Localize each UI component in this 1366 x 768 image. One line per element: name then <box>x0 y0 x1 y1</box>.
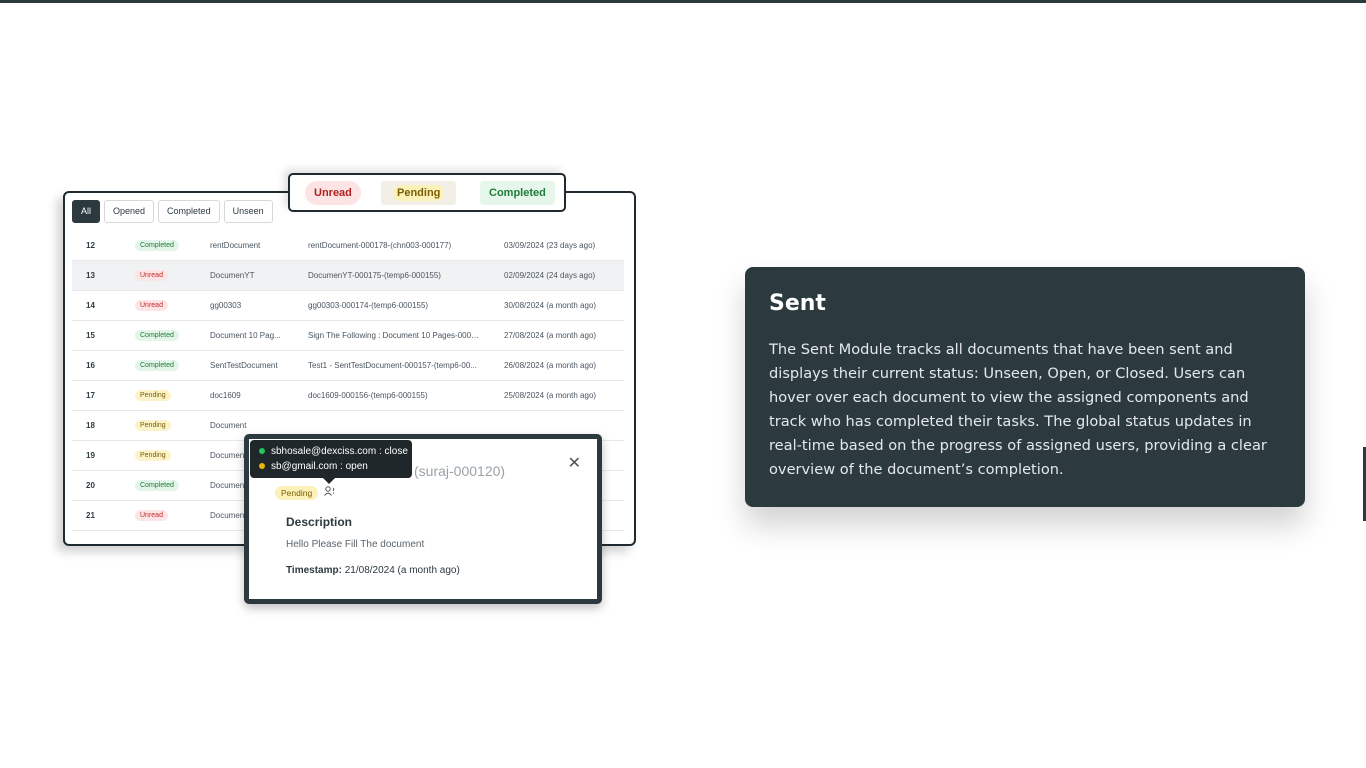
document-name: rentDocument <box>210 241 261 250</box>
sent-date: 03/09/2024 (23 days ago) <box>504 241 596 250</box>
status-dot-icon <box>259 448 265 455</box>
status-cell: Completed <box>135 321 179 351</box>
status-badge: Unread <box>135 270 168 282</box>
assigned-users-icon[interactable] <box>324 486 336 499</box>
table-row[interactable]: 14 Unread gg00303 gg00303-000174-(temp6-000… <box>72 291 624 321</box>
row-number: 14 <box>86 301 95 310</box>
filter-opened[interactable]: Opened <box>104 200 155 223</box>
legend-pending-label: Pending <box>393 185 445 201</box>
status-badge: Pending <box>135 420 171 432</box>
info-body: The Sent Module tracks all documents tha… <box>769 341 1267 478</box>
status-badge: Unread <box>135 510 168 522</box>
top-border <box>0 0 1366 3</box>
sent-date: 30/08/2024 (a month ago) <box>504 301 597 310</box>
status-cell: Unread <box>135 261 168 291</box>
status-cell: Completed <box>135 231 179 261</box>
description-heading: Description <box>286 515 353 529</box>
row-number: 15 <box>86 331 95 340</box>
document-name: doc1609 <box>210 391 241 400</box>
row-number: 12 <box>86 241 95 250</box>
sent-date: 25/08/2024 (a month ago) <box>504 391 597 400</box>
status-dot-icon <box>259 463 265 470</box>
sent-date: 26/08/2024 (a month ago) <box>504 361 597 370</box>
tooltip-text: sb@gmail.com : open <box>271 461 368 472</box>
row-number: 20 <box>86 481 95 490</box>
sent-date: 27/08/2024 (a month ago) <box>504 331 597 340</box>
popup-title: (suraj-000120) <box>414 463 506 479</box>
document-file: Sign The Following : Document 10 Pages-0… <box>308 331 480 340</box>
table-row[interactable]: 16 Completed SentTestDocument Test1 - SentT… <box>72 351 624 381</box>
close-icon[interactable]: ✕ <box>568 453 581 473</box>
status-badge: Completed <box>135 360 179 372</box>
status-badge: Pending <box>135 390 171 402</box>
table-row[interactable]: 15 Completed Document 10 Pag... Sign The Fo… <box>72 321 624 351</box>
assignee-tooltip: sbhosale@dexciss.com : close sb@gmail.co… <box>250 440 412 484</box>
description-text: Hello Please Fill The document <box>286 539 425 550</box>
legend-completed: Completed <box>480 181 555 205</box>
status-cell: Completed <box>135 351 179 381</box>
document-name: SentTestDocument <box>210 361 278 370</box>
row-number: 13 <box>86 271 95 280</box>
status-badge: Unread <box>135 300 168 312</box>
tooltip-line: sb@gmail.com : open <box>259 459 403 474</box>
status-badge: Completed <box>135 480 179 492</box>
row-number: 19 <box>86 451 95 460</box>
filter-completed[interactable]: Completed <box>158 200 220 223</box>
filter-tabs: All Opened Completed Unseen <box>72 200 273 223</box>
status-cell: Pending <box>135 411 171 441</box>
status-cell: Unread <box>135 501 168 531</box>
document-file: doc1609-000156-(temp6-000155) <box>308 391 428 400</box>
row-number: 16 <box>86 361 95 370</box>
table-row[interactable]: 13 Unread DocumenYT DocumenYT-000175-(temp6… <box>72 261 624 291</box>
timestamp-label: Timestamp: <box>286 565 342 576</box>
document-file: rentDocument-000178-(chn003-000177) <box>308 241 452 250</box>
filter-all[interactable]: All <box>72 200 101 223</box>
legend-pending: Pending <box>381 181 457 205</box>
table-row[interactable]: 17 Pending doc1609 doc1609-000156-(temp6-00… <box>72 381 624 411</box>
document-file: DocumenYT-000175-(temp6-000155) <box>308 271 441 280</box>
document-name: DocumenYT <box>210 271 255 280</box>
legend-unread: Unread <box>305 181 361 205</box>
popup-status-badge: Pending <box>275 486 319 500</box>
sent-date: 02/09/2024 (24 days ago) <box>504 271 596 280</box>
timestamp: Timestamp: 21/08/2024 (a month ago) <box>286 565 460 576</box>
table-row[interactable]: 12 Completed rentDocument rentDocument-0001… <box>72 231 624 261</box>
sent-info-card: Sent The Sent Module tracks all document… <box>745 267 1305 507</box>
row-number: 18 <box>86 421 95 430</box>
info-title: Sent <box>769 291 826 316</box>
row-number: 21 <box>86 511 95 520</box>
filter-unseen[interactable]: Unseen <box>223 200 273 223</box>
status-cell: Unread <box>135 291 168 321</box>
timestamp-value: 21/08/2024 (a month ago) <box>344 565 460 576</box>
status-cell: Pending <box>135 441 171 471</box>
status-cell: Pending <box>135 381 171 411</box>
status-legend: Unread Pending Completed <box>288 173 566 212</box>
status-badge: Completed <box>135 330 179 342</box>
status-badge: Pending <box>135 450 171 462</box>
document-name: gg00303 <box>210 301 242 310</box>
document-file: Test1 - SentTestDocument-000157-(temp6-0… <box>308 361 477 370</box>
row-number: 17 <box>86 391 95 400</box>
tooltip-text: sbhosale@dexciss.com : close <box>271 446 408 457</box>
tooltip-line: sbhosale@dexciss.com : close <box>259 444 408 459</box>
document-name: Document 10 Pag... <box>210 331 281 340</box>
status-badge: Completed <box>135 240 179 252</box>
status-cell: Completed <box>135 471 179 501</box>
document-file: gg00303-000174-(temp6-000155) <box>308 301 429 310</box>
